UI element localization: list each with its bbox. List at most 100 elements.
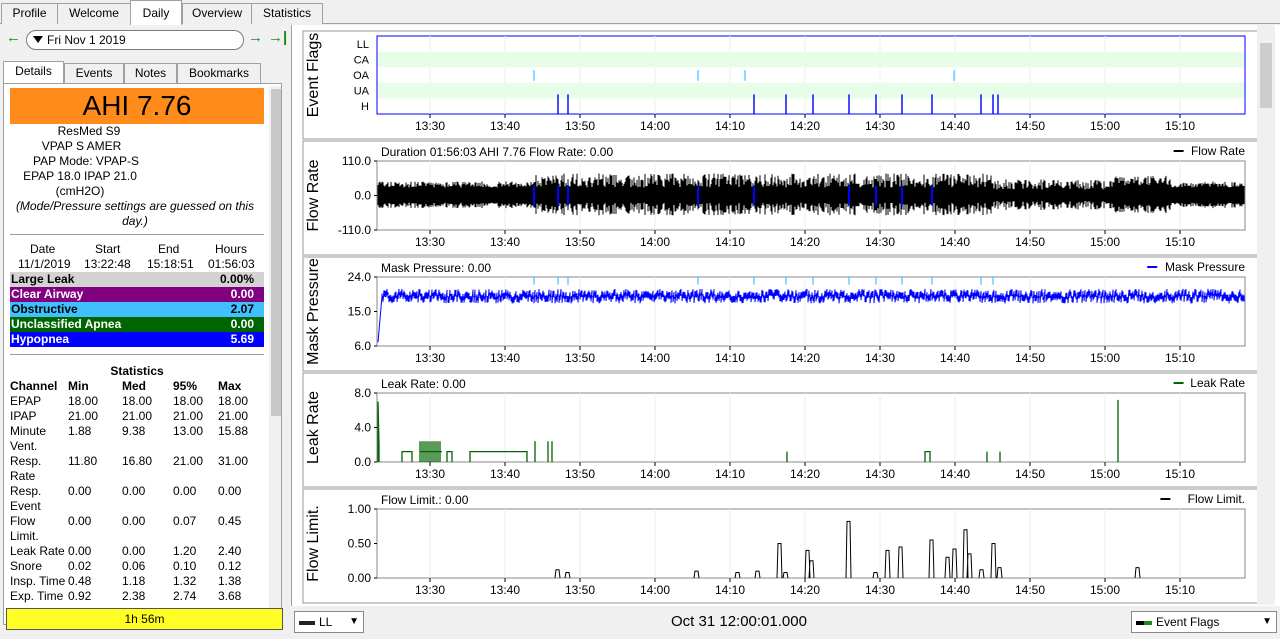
stats-value: 1.18 bbox=[122, 574, 146, 588]
time-tick-label: 14:00 bbox=[640, 351, 670, 365]
graph-scrollbar-thumb[interactable] bbox=[1260, 43, 1272, 108]
time-tick-label: 14:30 bbox=[865, 235, 895, 249]
graph-footer: LL ▼ Oct 31 12:00:01.000 Event Flags ▼ bbox=[291, 606, 1280, 639]
y-tick-label: -110.0 bbox=[338, 223, 371, 237]
event-row-hypopnea[interactable]: Hypopnea 5.69 bbox=[10, 332, 264, 347]
tab-events[interactable]: Events bbox=[64, 63, 124, 83]
y-tick-label: 6.0 bbox=[354, 339, 371, 353]
stats-value: 16.80 bbox=[122, 454, 153, 468]
graph-flow-legend: Flow Rate bbox=[1191, 144, 1245, 158]
stats-value: 18.00 bbox=[122, 394, 153, 408]
time-tick-label: 13:40 bbox=[490, 119, 520, 133]
tab-welcome[interactable]: Welcome bbox=[57, 3, 131, 24]
tab-bookmarks[interactable]: Bookmarks bbox=[177, 63, 261, 83]
time-tick-label: 13:40 bbox=[490, 467, 520, 481]
tab-details[interactable]: Details bbox=[3, 61, 64, 84]
next-day-icon[interactable]: → bbox=[248, 29, 263, 46]
tab-notes[interactable]: Notes bbox=[124, 63, 177, 83]
stats-row: Flow Limit. 0.00 0.00 0.07 0.45 bbox=[10, 514, 264, 544]
event-type-value: LL bbox=[319, 615, 333, 629]
prev-day-icon[interactable]: ← bbox=[6, 29, 21, 46]
date-label: Fri Nov 1 2019 bbox=[47, 33, 126, 47]
flag-row-label: LL bbox=[357, 39, 369, 51]
left-panel: ← Fri Nov 1 2019 → →| Details Events Not… bbox=[0, 25, 290, 639]
stats-channel: Resp. Event bbox=[10, 484, 42, 513]
time-tick-label: 15:00 bbox=[1090, 235, 1120, 249]
tab-statistics[interactable]: Statistics bbox=[251, 3, 323, 24]
stats-channel: Leak Rate bbox=[10, 544, 65, 558]
time-tick-label: 13:30 bbox=[415, 235, 445, 249]
tab-daily[interactable]: Daily bbox=[130, 0, 182, 25]
divider bbox=[10, 354, 264, 355]
stats-channel: IPAP bbox=[10, 409, 37, 423]
time-tick-label: 14:10 bbox=[715, 583, 745, 597]
time-tick-label: 13:30 bbox=[415, 583, 445, 597]
stats-value: 1.88 bbox=[68, 424, 92, 438]
time-tick-label: 13:40 bbox=[490, 351, 520, 365]
tab-overview[interactable]: Overview bbox=[182, 3, 252, 24]
pressure-settings: EPAP 18.0 IPAP 21.0 bbox=[23, 169, 137, 183]
stats-value: 0.02 bbox=[68, 559, 92, 573]
flag-row-bg bbox=[378, 51, 1244, 68]
event-label: Unclassified Apnea bbox=[11, 317, 122, 331]
event-row-unclassified-apnea[interactable]: Unclassified Apnea 0.00 bbox=[10, 317, 264, 332]
main-tab-bar: Profile Welcome Daily Overview Statistic… bbox=[0, 0, 1280, 25]
ahi-banner: AHI 7.76 bbox=[10, 88, 264, 124]
time-tick-label: 14:50 bbox=[1015, 235, 1045, 249]
event-row-clear-airway[interactable]: Clear Airway 0.00 bbox=[10, 287, 264, 302]
chevron-down-icon: ▼ bbox=[1262, 616, 1272, 627]
chevron-down-icon: ▼ bbox=[349, 616, 359, 627]
graph-scrollbar[interactable] bbox=[1257, 25, 1275, 605]
tab-profile[interactable]: Profile bbox=[1, 3, 58, 24]
last-day-icon[interactable]: →| bbox=[268, 29, 287, 46]
stats-value: 0.06 bbox=[122, 559, 146, 573]
guess-note: (Mode/Pressure settings are guessed on t… bbox=[15, 199, 255, 228]
details-scrollbar-thumb[interactable] bbox=[271, 89, 281, 416]
time-tick-label: 14:30 bbox=[865, 119, 895, 133]
time-tick-label: 13:30 bbox=[415, 467, 445, 481]
stats-value: 21.00 bbox=[218, 409, 249, 423]
time-tick-label: 15:10 bbox=[1165, 467, 1195, 481]
time-tick-label: 14:20 bbox=[790, 467, 820, 481]
event-label: Obstructive bbox=[11, 302, 78, 316]
flag-row-label: CA bbox=[354, 54, 370, 66]
event-type-combo[interactable]: LL ▼ bbox=[294, 611, 364, 633]
stats-row: Exp. Time 0.92 2.38 2.74 3.68 bbox=[10, 589, 264, 604]
graph-select-value: Event Flags bbox=[1156, 615, 1220, 629]
stats-row: Resp. Rate 11.80 16.80 21.00 31.00 bbox=[10, 454, 264, 484]
time-tick-label: 15:00 bbox=[1090, 119, 1120, 133]
session-start: 13:22:48 bbox=[84, 257, 131, 271]
time-tick-label: 14:00 bbox=[640, 235, 670, 249]
time-tick-label: 14:20 bbox=[790, 235, 820, 249]
stats-value: 1.20 bbox=[173, 544, 197, 558]
graph-leak-ylabel: Leak Rate bbox=[305, 391, 322, 464]
date-picker[interactable]: Fri Nov 1 2019 bbox=[26, 30, 244, 50]
graph-leak-title: Leak Rate: 0.00 bbox=[381, 377, 466, 391]
event-row-large-leak[interactable]: Large Leak 0.00% bbox=[10, 272, 264, 287]
graph-flowlim-legend: Flow Limit. bbox=[1188, 492, 1245, 506]
session-row: 11/1/2019 13:22:48 15:18:51 01:56:03 bbox=[10, 257, 264, 272]
stats-value: 15.88 bbox=[218, 424, 249, 438]
time-tick-label: 14:40 bbox=[940, 235, 970, 249]
event-row-obstructive[interactable]: Obstructive 2.07 bbox=[10, 302, 264, 317]
stats-value: 18.00 bbox=[173, 394, 204, 408]
stats-value: 3.68 bbox=[218, 589, 242, 603]
stats-value: 21.00 bbox=[68, 409, 99, 423]
duration-badge: 1h 56m bbox=[6, 608, 283, 630]
stats-header-95: 95% bbox=[173, 379, 198, 393]
y-tick-label: 0.0 bbox=[354, 455, 371, 469]
calendar-dropdown-icon[interactable] bbox=[33, 36, 43, 43]
stats-row: Minute Vent. 1.88 9.38 13.00 15.88 bbox=[10, 424, 264, 454]
graph-select-combo[interactable]: Event Flags ▼ bbox=[1131, 611, 1277, 633]
stats-value: 9.38 bbox=[122, 424, 146, 438]
start-header: Start bbox=[95, 242, 121, 256]
event-label: Hypopnea bbox=[11, 332, 70, 346]
stats-value: 0.00 bbox=[68, 514, 92, 528]
time-tick-label: 15:10 bbox=[1165, 583, 1195, 597]
time-tick-label: 14:10 bbox=[715, 235, 745, 249]
y-tick-label: 0.0 bbox=[354, 189, 371, 203]
time-tick-label: 14:40 bbox=[940, 351, 970, 365]
date-header: Date bbox=[30, 242, 56, 256]
time-tick-label: 13:50 bbox=[565, 351, 595, 365]
time-tick-label: 14:50 bbox=[1015, 119, 1045, 133]
